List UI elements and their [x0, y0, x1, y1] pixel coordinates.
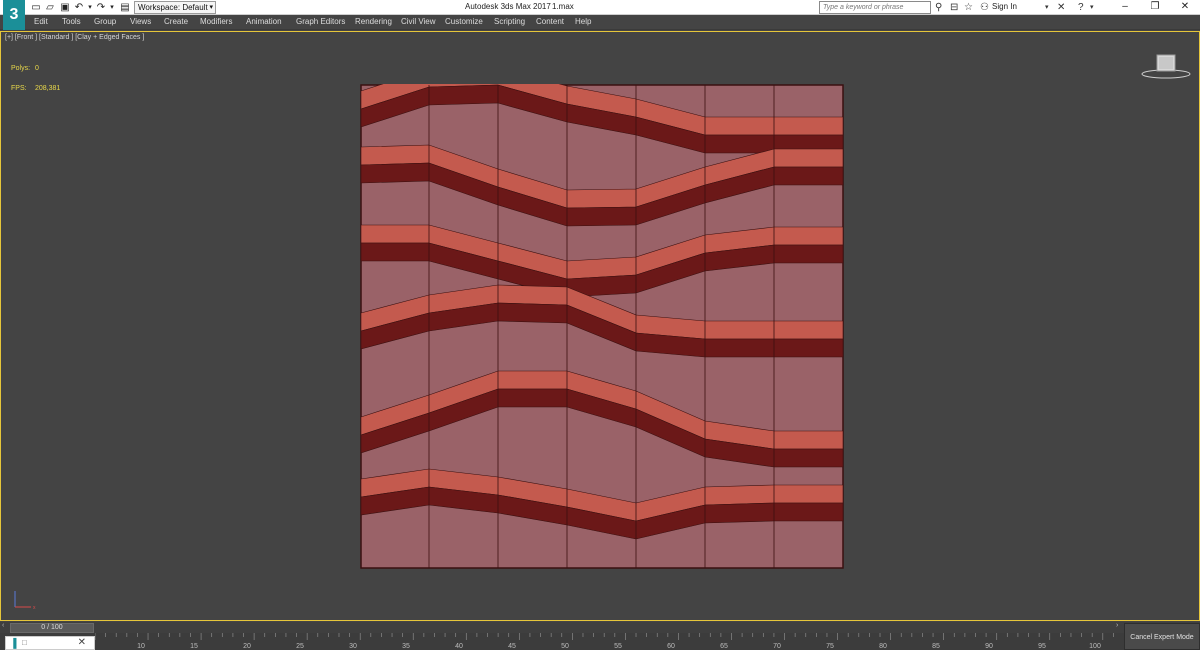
save-icon[interactable]: ▣ [60, 1, 70, 14]
workspace-label: Workspace: Default [138, 3, 208, 12]
file-name: 1.max [552, 2, 574, 11]
undo-dropdown-icon[interactable]: ▾ [86, 1, 94, 14]
frame-tick-label: 100 [1089, 643, 1101, 650]
wavy-plane-mesh[interactable] [360, 84, 844, 569]
redo-icon[interactable]: ↷ [96, 1, 106, 14]
front-viewport[interactable]: [+] [Front ] [Standard ] [Clay + Edged F… [0, 31, 1200, 621]
frame-tick-label: 35 [402, 643, 410, 650]
frame-tick-label: 15 [190, 643, 198, 650]
restore-icon[interactable]: ❐ [1140, 0, 1170, 14]
frame-tick-label: 85 [932, 643, 940, 650]
polys-value: 0 [35, 65, 39, 72]
frame-tick-label: 10 [137, 643, 145, 650]
frame-tick-label: 90 [985, 643, 993, 650]
3ds-max-window: ▭ ▱ ▣ ↶ ▾ ↷ ▾ ▤ Workspace: Default ▾ Aut… [0, 0, 1200, 650]
exchange-icon[interactable]: ✕ [1057, 1, 1065, 14]
frame-tick-label: 70 [773, 643, 781, 650]
maxscript-icon: ▐ [10, 638, 17, 648]
help-icon[interactable]: ? [1078, 1, 1084, 14]
project-icon[interactable]: ▤ [120, 1, 130, 14]
menu-item-views[interactable]: Views [130, 17, 151, 26]
redo-dropdown-icon[interactable]: ▾ [108, 1, 116, 14]
chevron-down-icon: ▾ [209, 4, 213, 11]
prev-frame-icon[interactable]: ‹ [2, 622, 4, 629]
menu-item-group[interactable]: Group [94, 17, 116, 26]
time-slider-bar: ‹ 0 / 100 › [0, 622, 1200, 633]
new-file-icon[interactable]: ▭ [31, 1, 41, 14]
polys-label: Polys: [11, 65, 31, 72]
frame-tick-label: 60 [667, 643, 675, 650]
workspace-dropdown[interactable]: Workspace: Default ▾ [134, 1, 216, 14]
chevron-down-icon[interactable]: ▾ [1045, 1, 1049, 14]
frame-tick-label: 40 [455, 643, 463, 650]
time-slider[interactable]: 0 / 100 [10, 623, 94, 633]
cancel-expert-mode-button[interactable]: Cancel Expert Mode [1124, 623, 1200, 650]
menu-item-help[interactable]: Help [575, 17, 591, 26]
fps-value: 208,381 [35, 85, 61, 92]
menu-item-animation[interactable]: Animation [246, 17, 282, 26]
minimize-icon[interactable]: – [1110, 0, 1140, 14]
frame-tick-label: 65 [720, 643, 728, 650]
menu-bar: Edit Tools Group Views Create Modifiers … [0, 15, 1200, 30]
next-frame-icon[interactable]: › [1116, 622, 1118, 629]
open-folder-icon[interactable]: ▱ [45, 1, 55, 14]
viewcube-icon[interactable] [1141, 52, 1191, 80]
search-input[interactable]: Type a keyword or phrase [819, 1, 931, 14]
menu-item-edit[interactable]: Edit [34, 17, 48, 26]
frame-tick-label: 45 [508, 643, 516, 650]
frame-tick-label: 80 [879, 643, 887, 650]
menu-item-customize[interactable]: Customize [445, 17, 483, 26]
title-bar: ▭ ▱ ▣ ↶ ▾ ↷ ▾ ▤ Workspace: Default ▾ Aut… [0, 0, 1200, 15]
menu-item-civil-view[interactable]: Civil View [401, 17, 436, 26]
chevron-down-icon[interactable]: ▾ [1090, 1, 1094, 14]
listener-icon: □ [22, 638, 27, 647]
frame-tick-label: 50 [561, 643, 569, 650]
menu-item-graph-editors[interactable]: Graph Editors [296, 17, 345, 26]
menu-item-tools[interactable]: Tools [62, 17, 81, 26]
frame-tick-label: 75 [826, 643, 834, 650]
undo-icon[interactable]: ↶ [74, 1, 84, 14]
user-icon[interactable]: ⚇ [980, 1, 989, 14]
window-title: Autodesk 3ds Max 2017 [465, 2, 551, 11]
binoculars-icon[interactable]: ⚲ [935, 1, 942, 14]
close-icon[interactable]: ✕ [1170, 0, 1200, 14]
frame-tick-label: 20 [243, 643, 251, 650]
menu-item-create[interactable]: Create [164, 17, 188, 26]
frame-tick-label: 30 [349, 643, 357, 650]
viewport-label[interactable]: [+] [Front ] [Standard ] [Clay + Edged F… [5, 34, 144, 41]
sign-in-button[interactable]: Sign In [992, 2, 1017, 11]
frame-tick-label: 95 [1038, 643, 1046, 650]
menu-item-modifiers[interactable]: Modifiers [200, 17, 232, 26]
frame-tick-label: 55 [614, 643, 622, 650]
track-bar-ticks[interactable]: 10 15 20 25 30 35 40 45 50 55 60 65 70 75 80 85 90 95 100 [95, 633, 1124, 650]
maxscript-mini-listener[interactable]: ▐ □ ✕ [5, 636, 95, 650]
frame-tick-label: 25 [296, 643, 304, 650]
fps-label: FPS: [11, 85, 27, 92]
app-logo[interactable]: 3 [3, 0, 25, 30]
menu-item-rendering[interactable]: Rendering [355, 17, 392, 26]
subscription-icon[interactable]: ⊟ [950, 1, 958, 14]
svg-text:x: x [33, 605, 36, 611]
axis-gizmo-icon: x [14, 591, 36, 611]
menu-item-scripting[interactable]: Scripting [494, 17, 525, 26]
favorites-icon[interactable]: ☆ [964, 1, 973, 14]
close-icon[interactable]: ✕ [78, 637, 86, 648]
menu-item-content[interactable]: Content [536, 17, 564, 26]
